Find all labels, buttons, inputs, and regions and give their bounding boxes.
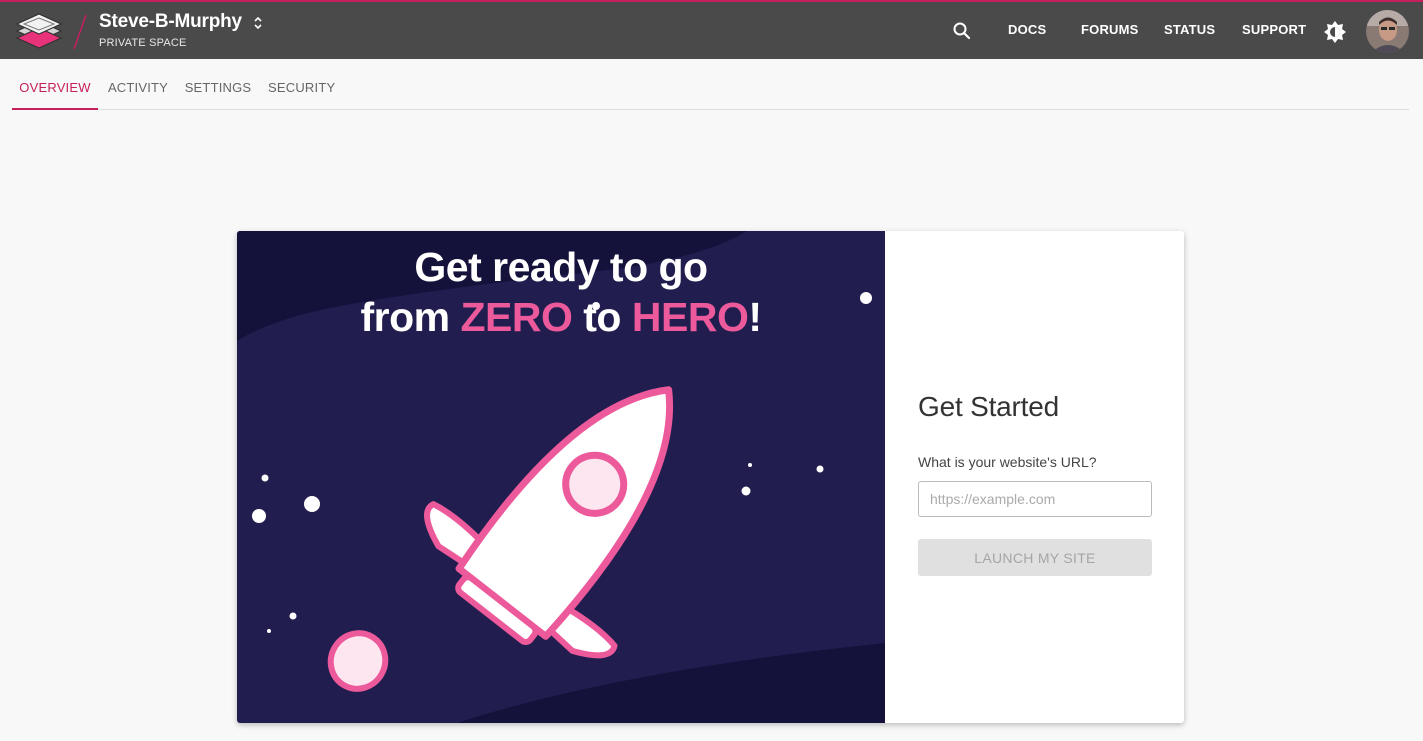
space-type-label: PRIVATE SPACE bbox=[99, 37, 187, 49]
tab-security[interactable]: SECURITY bbox=[268, 59, 335, 110]
tab-overview[interactable]: OVERVIEW bbox=[12, 59, 98, 110]
tab-activity[interactable]: ACTIVITY bbox=[106, 59, 170, 110]
hero-hero-text: HERO bbox=[631, 294, 749, 340]
get-started-form: Get Started What is your website's URL? … bbox=[918, 231, 1152, 723]
hero-to-text: to bbox=[572, 294, 632, 340]
hero-zero-text: ZERO bbox=[460, 294, 573, 340]
hero-exclamation: ! bbox=[748, 294, 762, 340]
get-started-title: Get Started bbox=[918, 391, 1059, 422]
nav-docs-link[interactable]: DOCS bbox=[1008, 22, 1046, 37]
nav-forums-link[interactable]: FORUMS bbox=[1081, 22, 1139, 37]
hero-from-text: from bbox=[360, 294, 461, 340]
theme-toggle-icon[interactable] bbox=[1323, 20, 1347, 44]
website-url-input[interactable] bbox=[918, 481, 1152, 517]
hero-headline-line-1: Get ready to go bbox=[414, 244, 708, 290]
search-icon[interactable] bbox=[951, 20, 973, 42]
top-bar: Steve-B-Murphy PRIVATE SPACE DOCS FORUMS… bbox=[0, 0, 1423, 59]
divider-slash bbox=[73, 14, 87, 50]
hero-headline-line-2: from ZERO to HERO! bbox=[237, 294, 885, 341]
nav-support-link[interactable]: SUPPORT bbox=[1242, 22, 1306, 37]
nav-status-link[interactable]: STATUS bbox=[1164, 22, 1215, 37]
switch-space-icon[interactable] bbox=[252, 14, 264, 32]
hero-panel: Get ready to go from ZERO to HERO! bbox=[237, 231, 885, 723]
tab-bar: OVERVIEW ACTIVITY SETTINGS SECURITY bbox=[12, 59, 1409, 110]
avatar[interactable] bbox=[1366, 10, 1409, 53]
get-started-card: Get ready to go from ZERO to HERO! Get S… bbox=[237, 231, 1184, 723]
logo-icon[interactable] bbox=[14, 11, 64, 51]
space-name[interactable]: Steve-B-Murphy bbox=[99, 11, 242, 33]
tab-settings[interactable]: SETTINGS bbox=[184, 59, 252, 110]
launch-my-site-button[interactable]: LAUNCH MY SITE bbox=[918, 539, 1152, 576]
url-field-label: What is your website's URL? bbox=[918, 454, 1097, 470]
